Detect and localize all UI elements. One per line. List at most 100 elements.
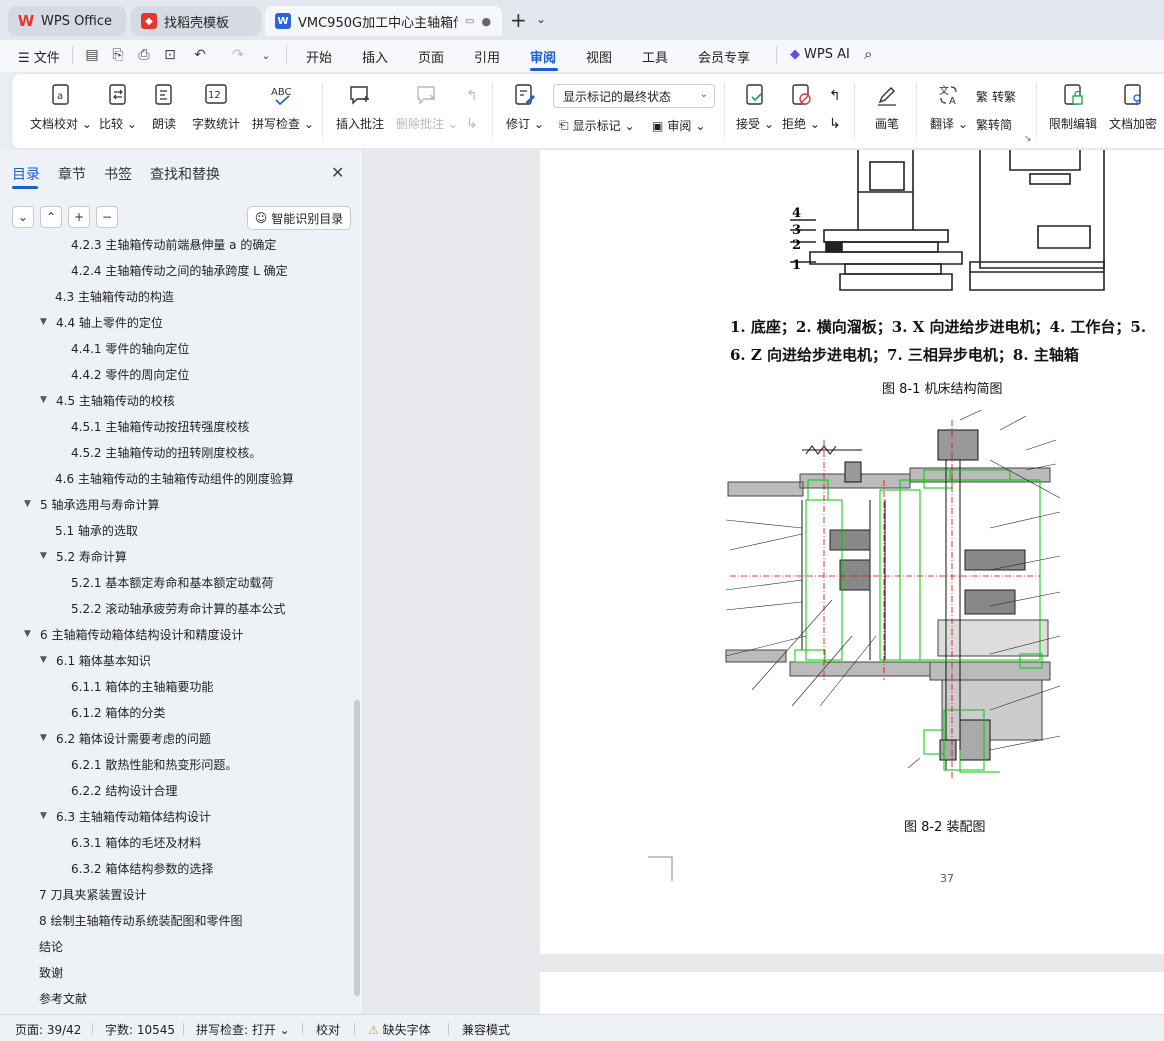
menu-item-page[interactable]: 页面 xyxy=(418,47,444,66)
read-aloud-button[interactable]: 朗读 xyxy=(151,82,177,132)
toc-item[interactable]: ▼ 6.2 箱体设计需要考虑的问题 xyxy=(40,728,211,748)
toc-item[interactable]: 4.4.2 零件的周向定位 xyxy=(71,364,189,384)
toc-item[interactable]: ▼ 5.2 寿命计算 xyxy=(40,546,127,566)
chevron-down-icon[interactable]: ⌄ xyxy=(536,12,546,26)
toc-expand-toggle-icon[interactable]: ▼ xyxy=(40,733,56,743)
previous-change-icon[interactable]: ↰ xyxy=(829,88,841,104)
toc-expand-toggle-icon[interactable]: ▼ xyxy=(24,629,40,639)
toc-item[interactable]: 4.6 主轴箱传动的主轴箱传动组件的刚度验算 xyxy=(55,468,294,488)
toc-expand-toggle-icon[interactable]: ▼ xyxy=(40,655,56,665)
toc-item[interactable]: 6.2.2 结构设计合理 xyxy=(71,780,177,800)
toc-item[interactable]: 4.4.1 零件的轴向定位 xyxy=(71,338,189,358)
save-icon[interactable]: ▤ xyxy=(84,46,100,64)
menu-item-references[interactable]: 引用 xyxy=(474,47,500,66)
toc-item[interactable]: 5.2.2 滚动轴承疲劳寿命计算的基本公式 xyxy=(71,598,285,618)
toc-expand-toggle-icon[interactable]: ▼ xyxy=(40,317,56,327)
undo-icon[interactable]: ↶ xyxy=(192,46,208,64)
toc-item[interactable]: ▼ 4.4 轴上零件的定位 xyxy=(40,312,163,332)
toc-item[interactable]: ▼ 6.1 箱体基本知识 xyxy=(40,650,151,670)
convert-traditional-button[interactable]: 繁转繁 xyxy=(976,88,1016,105)
toc-item[interactable]: 4.2.3 主轴箱传动前端悬伸量 a 的确定 xyxy=(71,236,276,254)
toc-item[interactable]: ▼ 4.5 主轴箱传动的校核 xyxy=(40,390,175,410)
expand-dialog-icon[interactable]: ↘ xyxy=(1024,134,1032,144)
word-count-indicator[interactable]: 字数: 10545 xyxy=(105,1021,175,1038)
toc-item[interactable]: 参考文献 xyxy=(39,988,87,1008)
toc-item[interactable]: 7 刀具夹紧装置设计 xyxy=(39,884,146,904)
toc-expand-toggle-icon[interactable]: ▼ xyxy=(40,395,56,405)
nav-scrollbar[interactable] xyxy=(354,700,360,996)
new-tab-icon[interactable]: + xyxy=(510,8,527,32)
toc-item[interactable]: 4.3 主轴箱传动的构造 xyxy=(55,286,174,306)
smart-toc-button[interactable]: ☺ 智能识别目录 xyxy=(247,206,351,230)
menu-item-tools[interactable]: 工具 xyxy=(642,47,668,66)
tab-wps-office[interactable]: W WPS Office xyxy=(8,6,126,36)
nav-tab-toc[interactable]: 目录 xyxy=(12,164,40,184)
review-pane-button[interactable]: ▣ 审阅 ⌄ xyxy=(652,117,705,134)
convert-simplified-button[interactable]: 繁转简 xyxy=(976,116,1012,133)
reject-button[interactable]: 拒绝 ⌄ xyxy=(782,82,820,132)
toc-item[interactable]: ▼ 5 轴承选用与寿命计算 xyxy=(24,494,159,514)
close-icon[interactable]: ✕ xyxy=(331,163,344,182)
nav-tab-chapters[interactable]: 章节 xyxy=(58,164,86,184)
translate-button[interactable]: 文A 翻译 ⌄ xyxy=(930,82,968,132)
compat-mode-status[interactable]: 兼容模式 xyxy=(462,1021,510,1038)
delete-comment-button[interactable]: 删除批注 ⌄ xyxy=(396,82,458,132)
print-icon[interactable]: ⎙ xyxy=(136,46,152,64)
next-change-icon[interactable]: ↳ xyxy=(829,116,841,132)
nav-tab-find-replace[interactable]: 查找和替换 xyxy=(150,164,220,184)
doc-encrypt-button[interactable]: 文档加密 xyxy=(1109,82,1157,132)
insert-comment-button[interactable]: 插入批注 xyxy=(336,82,384,132)
toc-item[interactable]: 6.3.2 箱体结构参数的选择 xyxy=(71,858,213,878)
next-comment-icon[interactable]: ↳ xyxy=(466,116,478,132)
spell-check-button[interactable]: ABC 拼写检查 ⌄ xyxy=(252,82,314,132)
menu-item-view[interactable]: 视图 xyxy=(586,47,612,66)
monitor-icon[interactable]: ▭ xyxy=(465,16,474,27)
toc-item[interactable]: 6.1.1 箱体的主轴箱要功能 xyxy=(71,676,213,696)
toc-expand-toggle-icon[interactable]: ▼ xyxy=(24,499,40,509)
menu-item-member[interactable]: 会员专享 xyxy=(698,47,750,66)
compare-button[interactable]: 比较 ⌄ xyxy=(99,82,137,132)
remove-heading-button[interactable]: − xyxy=(96,206,118,228)
share-icon[interactable]: ⎘ xyxy=(110,46,126,64)
track-changes-button[interactable]: 修订 ⌄ xyxy=(506,82,544,132)
toc-item[interactable]: ▼ 6 主轴箱传动箱体结构设计和精度设计 xyxy=(24,624,243,644)
menu-item-insert[interactable]: 插入 xyxy=(362,47,388,66)
proofread-status[interactable]: 校对 xyxy=(316,1021,340,1038)
print-preview-icon[interactable]: ⊡ xyxy=(162,46,178,64)
wps-ai-button[interactable]: ◆ WPS AI xyxy=(790,47,850,62)
toc-item[interactable]: 4.5.1 主轴箱传动按扭转强度校核 xyxy=(71,416,249,436)
toc-item[interactable]: 致谢 xyxy=(39,962,63,982)
missing-font-status[interactable]: ⚠ 缺失字体 xyxy=(368,1021,431,1038)
toc-item[interactable]: 5.1 轴承的选取 xyxy=(55,520,138,540)
accept-button[interactable]: 接受 ⌄ xyxy=(736,82,774,132)
toc-item[interactable]: 6.3.1 箱体的毛坯及材料 xyxy=(71,832,201,852)
toc-item[interactable]: 8 绘制主轴箱传动系统装配图和零件图 xyxy=(39,910,242,930)
expand-up-button[interactable]: ⌃ xyxy=(40,206,62,228)
add-heading-button[interactable]: + xyxy=(68,206,90,228)
tab-document[interactable]: W VMC950G加工中心主轴箱传动 ▭ ● xyxy=(265,6,502,36)
nav-tab-bookmarks[interactable]: 书签 xyxy=(104,164,132,184)
file-menu[interactable]: ☰ 文件 xyxy=(18,47,60,66)
toc-expand-toggle-icon[interactable]: ▼ xyxy=(40,811,56,821)
collapse-all-button[interactable]: ⌄ xyxy=(12,206,34,228)
pen-button[interactable]: 画笔 xyxy=(874,82,900,132)
restrict-edit-button[interactable]: 限制编辑 xyxy=(1049,82,1097,132)
toc-item[interactable]: 4.2.4 主轴箱传动之间的轴承跨度 L 确定 xyxy=(71,260,288,280)
search-icon[interactable]: ⌕ xyxy=(864,45,872,63)
toc-item[interactable]: 4.5.2 主轴箱传动的扭转刚度校核。 xyxy=(71,442,261,462)
quick-access-dropdown-icon[interactable]: ⌄ xyxy=(258,46,274,64)
toc-item[interactable]: 5.2.1 基本额定寿命和基本额定动载荷 xyxy=(71,572,273,592)
toc-item[interactable]: ▼ 6.3 主轴箱传动箱体结构设计 xyxy=(40,806,211,826)
markup-display-select[interactable]: 显示标记的最终状态 ⌄ xyxy=(553,84,715,108)
previous-comment-icon[interactable]: ↰ xyxy=(466,88,478,104)
toc-expand-toggle-icon[interactable]: ▼ xyxy=(40,551,56,561)
toc-item[interactable]: 结论 xyxy=(39,936,63,956)
spell-check-status[interactable]: 拼写检查: 打开 ⌄ xyxy=(196,1021,290,1038)
toc-item[interactable]: 6.1.2 箱体的分类 xyxy=(71,702,165,722)
page-indicator[interactable]: 页面: 39/42 xyxy=(15,1021,81,1038)
toc-item[interactable]: 6.2.1 散热性能和热变形问题。 xyxy=(71,754,237,774)
show-markup-button[interactable]: ⎗ 显示标记 ⌄ xyxy=(559,117,635,134)
menu-item-review[interactable]: 审阅 xyxy=(530,47,556,66)
doc-check-button[interactable]: a 文档校对 ⌄ xyxy=(30,82,92,132)
redo-icon[interactable]: ↷ xyxy=(230,46,246,64)
